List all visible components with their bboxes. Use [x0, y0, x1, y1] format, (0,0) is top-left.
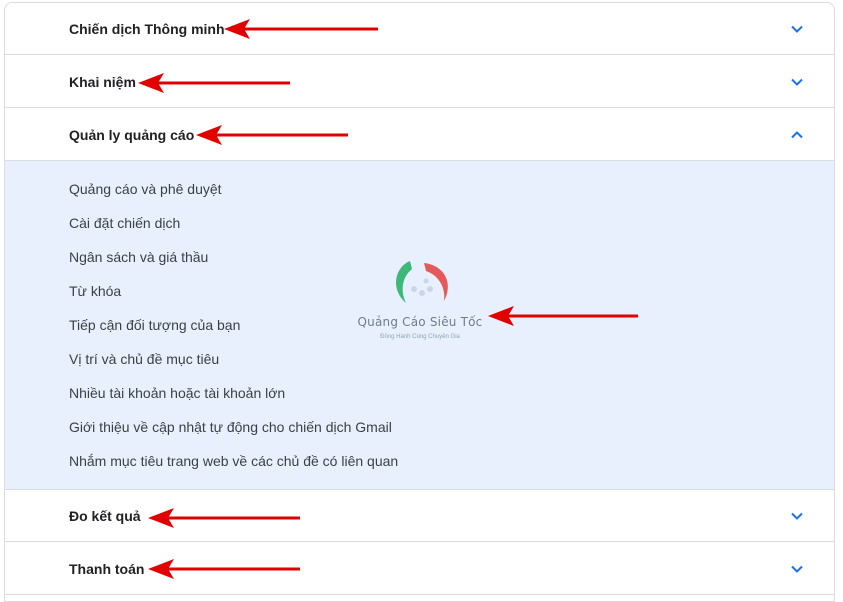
section-header-concepts[interactable]: Khai niệm [5, 56, 834, 108]
chevron-down-icon [791, 78, 803, 86]
chevron-down-icon [791, 512, 803, 520]
section-title: Quản ly quảng cáo [69, 127, 195, 143]
list-item[interactable]: Nhiều tài khoản hoặc tài khoản lớn [69, 385, 285, 401]
list-item[interactable]: Ngân sách và giá thầu [69, 249, 208, 265]
list-item[interactable]: Nhắm mục tiêu trang web về các chủ đề có… [69, 453, 398, 469]
chevron-down-icon [791, 565, 803, 573]
section-header-ad-management[interactable]: Quản ly quảng cáo [5, 109, 834, 161]
red-arrow-icon [224, 19, 378, 39]
red-arrow-icon [148, 508, 300, 528]
section-header-billing[interactable]: Thanh toán [5, 543, 834, 595]
red-arrow-icon [488, 306, 638, 326]
watermark-tagline: Đồng Hành Cùng Chuyên Gia [380, 334, 460, 340]
list-item[interactable]: Giới thiệu về cập nhật tự động cho chiến… [69, 419, 392, 435]
chevron-down-icon [791, 25, 803, 33]
section-header-smart-campaigns[interactable]: Chiến dịch Thông minh [5, 3, 834, 55]
section-title: Khai niệm [69, 74, 136, 90]
list-item[interactable]: Cài đặt chiến dịch [69, 215, 180, 231]
list-item[interactable]: Vị trí và chủ đề mục tiêu [69, 351, 219, 367]
list-item[interactable]: Tiếp cận đối tượng của bạn [69, 317, 240, 333]
red-arrow-icon [148, 559, 300, 579]
list-item[interactable]: Quảng cáo và phê duyệt [69, 181, 222, 197]
list-item[interactable]: Từ khóa [69, 283, 121, 299]
chevron-up-icon [791, 131, 803, 139]
watermark-logo: Quảng Cáo Siêu Tốc Đồng Hành Cùng Chuyên… [340, 253, 510, 348]
section-header-measure-results[interactable]: Đo kết quả [5, 490, 834, 542]
red-arrow-icon [138, 73, 290, 93]
section-title: Chiến dịch Thông minh [69, 21, 225, 37]
watermark-brand: Quảng Cáo Siêu Tốc [357, 315, 483, 329]
section-title: Đo kết quả [69, 508, 141, 524]
section-title: Thanh toán [69, 561, 145, 577]
brand-logo-icon [396, 261, 448, 303]
red-arrow-icon [196, 125, 348, 145]
